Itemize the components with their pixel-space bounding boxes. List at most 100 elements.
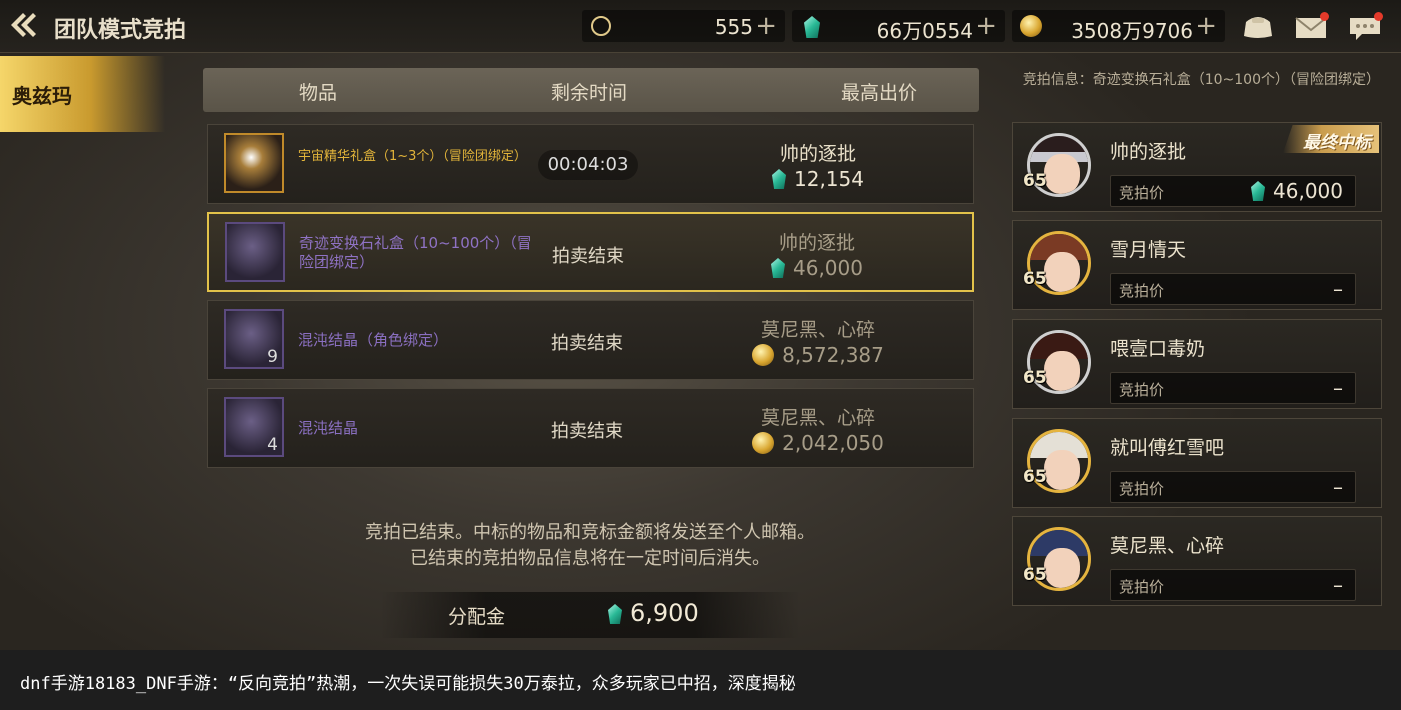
player-level: 65 xyxy=(1023,565,1047,585)
item-count: 4 xyxy=(267,435,278,455)
tab-label: 奥兹玛 xyxy=(12,84,72,108)
top-bidder: 帅的逐批 xyxy=(778,232,855,254)
green-gem-icon xyxy=(772,169,786,189)
caption-text: dnf手游18183_DNF手游：“反向竞拍”热潮，一次失误可能损失30万泰拉，… xyxy=(20,674,796,694)
bid-value: – xyxy=(1333,277,1343,301)
item-name: 奇迹变换石礼盒（10~100个）（冒险团绑定） xyxy=(299,234,532,271)
player-level: 65 xyxy=(1023,269,1047,289)
final-winner-badge: 最终中标 xyxy=(1283,125,1379,153)
green-gem-icon xyxy=(771,258,785,278)
table-row-selected[interactable]: 奇迹变换石礼盒（10~100个）（冒险团绑定） 拍卖结束 帅的逐批 46,000 xyxy=(207,212,974,292)
currency-moon-token: 555 + xyxy=(582,10,785,42)
chat-icon[interactable] xyxy=(1348,10,1384,42)
item-count: 9 xyxy=(267,347,278,367)
notification-dot xyxy=(1320,12,1329,21)
auction-status: 拍卖结束 xyxy=(551,333,623,354)
column-header-time: 剩余时间 xyxy=(551,82,628,104)
bid-value: 46,000 xyxy=(793,256,863,280)
bidder-card: 65 喂壹口毒奶 竞拍价 – xyxy=(1012,319,1382,409)
column-header-item: 物品 xyxy=(299,82,338,104)
table-row[interactable]: 4 混沌结晶 拍卖结束 莫尼黑、心碎 2,042,050 xyxy=(207,388,974,468)
top-bidder: 莫尼黑、心碎 xyxy=(760,407,875,429)
player-name: 帅的逐批 xyxy=(1110,141,1187,163)
allocation-amount: 6,900 xyxy=(630,599,699,627)
caption-bar: dnf手游18183_DNF手游：“反向竞拍”热潮，一次失误可能损失30万泰拉，… xyxy=(0,650,1401,710)
bid-label: 竞拍价 xyxy=(1119,578,1165,596)
add-currency-button[interactable]: + xyxy=(755,11,777,41)
column-header-bid: 最高出价 xyxy=(841,82,918,104)
bid-value: – xyxy=(1333,573,1343,597)
currency-value: 66万0554 xyxy=(876,19,973,43)
notification-dot xyxy=(1374,12,1383,21)
remaining-time: 00:04:03 xyxy=(538,150,638,180)
item-name: 混沌结晶（角色绑定） xyxy=(298,331,449,349)
green-gem-icon xyxy=(1251,181,1266,201)
table-row[interactable]: 宇宙精华礼盒（1~3个）（冒险团绑定） 00:04:03 帅的逐批 12,154 xyxy=(207,124,974,204)
player-level: 65 xyxy=(1023,368,1047,388)
green-gem-icon xyxy=(800,15,822,38)
allocation-value: 6,900 xyxy=(608,599,699,627)
top-bidder: 莫尼黑、心碎 xyxy=(760,319,875,341)
mail-icon[interactable] xyxy=(1294,10,1330,42)
bid-value: – xyxy=(1333,376,1343,400)
chaos-crystal-icon: 9 xyxy=(224,309,284,369)
player-bid-field: 竞拍价 – xyxy=(1110,372,1356,404)
currency-gem: 66万0554 + xyxy=(792,10,1005,43)
player-name: 莫尼黑、心碎 xyxy=(1110,535,1225,557)
bid-label: 竞拍价 xyxy=(1119,480,1165,498)
bag-icon[interactable] xyxy=(1240,10,1276,42)
bidder-card: 65 莫尼黑、心碎 竞拍价 – xyxy=(1012,516,1382,606)
bidder-card: 65 雪月情天 竞拍价 – xyxy=(1012,220,1382,310)
bid-label: 竞拍价 xyxy=(1119,381,1165,399)
bidder-card: 65 帅的逐批 最终中标 竞拍价 46,000 xyxy=(1012,122,1382,212)
table-row[interactable]: 9 混沌结晶（角色绑定） 拍卖结束 莫尼黑、心碎 8,572,387 xyxy=(207,300,974,380)
auction-status: 拍卖结束 xyxy=(552,246,624,267)
green-gem-icon xyxy=(608,604,622,624)
allocation-label: 分配金 xyxy=(448,606,506,628)
bid-value: 8,572,387 xyxy=(782,343,884,367)
item-name: 宇宙精华礼盒（1~3个）（冒险团绑定） xyxy=(298,149,527,164)
player-bid-field: 竞拍价 – xyxy=(1110,471,1356,503)
add-currency-button[interactable]: + xyxy=(1195,11,1217,41)
player-level: 65 xyxy=(1023,467,1047,487)
gold-coin-icon xyxy=(1020,15,1042,37)
player-bid-field: 竞拍价 46,000 xyxy=(1110,175,1356,207)
bidder-card: 65 就叫傅红雪吧 竞拍价 – xyxy=(1012,418,1382,508)
back-arrow-icon[interactable] xyxy=(8,10,42,40)
auction-notice: 竞拍已结束。中标的物品和竞标金额将发送至个人邮箱。 已结束的竞拍物品信息将在一定… xyxy=(240,520,940,572)
currency-value: 555 xyxy=(714,15,753,39)
item-name: 混沌结晶 xyxy=(298,419,359,437)
notice-line: 竞拍已结束。中标的物品和竞标金额将发送至个人邮箱。 xyxy=(365,522,815,543)
bid-value: 12,154 xyxy=(794,167,864,191)
bid-value: 2,042,050 xyxy=(782,431,884,455)
moon-token-icon xyxy=(591,16,611,36)
player-level: 65 xyxy=(1023,171,1047,191)
chaos-crystal-icon: 4 xyxy=(224,397,284,457)
player-name: 就叫傅红雪吧 xyxy=(1110,437,1225,459)
game-screen: 团队模式竞拍 555 + 66万0554 + 3508万9706 + 奥兹玛 物… xyxy=(0,0,1401,650)
currency-value: 3508万9706 xyxy=(1071,19,1193,43)
top-bid: 2,042,050 xyxy=(718,431,918,455)
bid-value: 46,000 xyxy=(1251,179,1343,203)
bid-value: – xyxy=(1333,475,1343,499)
top-bid: 12,154 xyxy=(718,167,918,191)
auction-status: 拍卖结束 xyxy=(551,421,623,442)
badge-label: 最终中标 xyxy=(1303,133,1371,153)
top-bidder: 帅的逐批 xyxy=(779,143,856,165)
top-bar: 团队模式竞拍 555 + 66万0554 + 3508万9706 + xyxy=(0,0,1401,53)
bid-label: 竞拍价 xyxy=(1119,184,1165,202)
auction-info: 竞拍信息：奇迹变换石礼盒（10~100个）（冒险团绑定） xyxy=(1022,72,1380,88)
page-title: 团队模式竞拍 xyxy=(54,18,187,43)
player-bid-field: 竞拍价 – xyxy=(1110,273,1356,305)
bid-label: 竞拍价 xyxy=(1119,282,1165,300)
notice-line: 已结束的竞拍物品信息将在一定时间后消失。 xyxy=(410,548,770,569)
add-currency-button[interactable]: + xyxy=(975,11,997,41)
gold-coin-icon xyxy=(752,344,775,366)
player-name: 雪月情天 xyxy=(1110,239,1187,261)
player-bid-field: 竞拍价 – xyxy=(1110,569,1356,601)
currency-gold: 3508万9706 + xyxy=(1012,10,1225,43)
tab-ozma[interactable]: 奥兹玛 xyxy=(0,56,165,132)
bid-amount: 46,000 xyxy=(1273,179,1343,203)
table-header: 物品 剩余时间 最高出价 xyxy=(203,68,979,112)
allocation-bar: 分配金 6,900 xyxy=(380,592,800,638)
